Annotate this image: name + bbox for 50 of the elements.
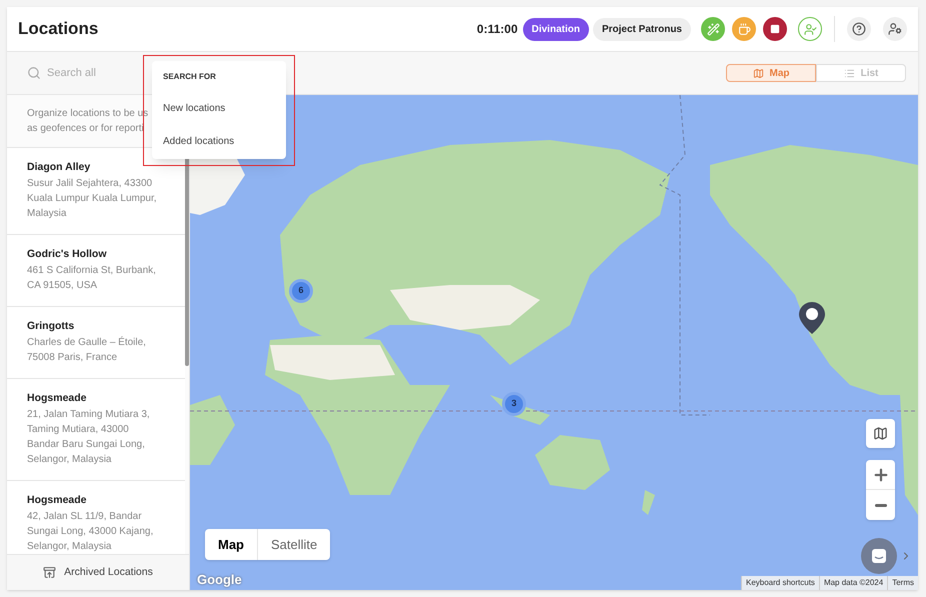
map-pin-icon[interactable] [798, 301, 826, 335]
landmass [642, 490, 655, 515]
map-attribution-link[interactable]: Terms [887, 576, 918, 590]
map-icon [752, 68, 764, 78]
chat-button[interactable] [861, 538, 897, 574]
location-item[interactable]: Hogsmeade 42, Jalan SL 11/9, Bandar Sungai Long, 43000 Kajang, Selangor, Malaysia [7, 481, 185, 554]
location-item[interactable]: Hogsmeade 21, Jalan Taming Mutiara 3, Taming Mutiara, 43000 Bandar Baru Sungai Long, Selangor, Malaysia [7, 379, 185, 481]
location-name: Gringotts [27, 319, 76, 333]
project-tag[interactable]: Project Patronus [592, 18, 691, 40]
map-attribution-link[interactable]: Keyboard shortcuts [741, 576, 819, 590]
map-icon [873, 426, 888, 441]
user-check-button[interactable] [798, 17, 822, 41]
chat-icon [871, 548, 887, 564]
location-address: 42, Jalan SL 11/9, Bandar Sungai Long, 43000 Kajang, Selangor, Malaysia [27, 510, 154, 554]
plus-icon [872, 466, 890, 484]
location-name: Diagon Alley [27, 160, 92, 174]
map-type-button[interactable]: Map [205, 529, 257, 560]
coffee-cup-icon [738, 22, 750, 36]
archived-locations-button[interactable]: Archived Locations [7, 554, 189, 590]
location-name: Godric's Hollow [27, 247, 108, 261]
user-settings-icon [888, 22, 902, 36]
timer: 0:11:00 [476, 21, 518, 38]
stop-icon [770, 24, 780, 34]
location-item[interactable]: Gringotts Charles de Gaulle – Étoile, 75008 Paris, France [7, 307, 185, 379]
location-name: Hogsmeade [27, 493, 88, 507]
location-address: 21, Jalan Taming Mutiara 3, Taming Mutiara, 43000 Bandar Baru Sungai Long, Selangor, Malaysia [27, 408, 151, 467]
location-item[interactable]: Godric's Hollow 461 S California St, Burbank, CA 91505, USA [7, 235, 185, 307]
user-settings-button[interactable] [883, 17, 907, 41]
location-name: Hogsmeade [27, 391, 88, 405]
help-icon [852, 22, 866, 36]
map-layers-button[interactable] [866, 419, 895, 448]
user-check-icon [804, 22, 816, 36]
inbox-icon [43, 566, 56, 579]
map-cluster-marker[interactable]: 3 [502, 392, 526, 416]
page-title: Locations [18, 18, 98, 40]
location-address: Susur Jalil Sejahtera, 43300 Kuala Lumpur Kuala Lumpur, Malaysia [27, 177, 158, 221]
map-logo: Google [197, 571, 242, 589]
project-tag[interactable]: Divination [522, 18, 589, 40]
location-address: 461 S California St, Burbank, CA 91505, USA [27, 264, 157, 293]
menu-heading: SEARCH FOR [162, 71, 217, 83]
map-type-button[interactable]: Satellite [257, 529, 330, 560]
location-address: Charles de Gaulle – Étoile, 75008 Paris, France [27, 335, 147, 365]
search-icon [27, 66, 41, 80]
wand-icon [706, 22, 720, 36]
minus-icon [874, 504, 886, 506]
location-item[interactable]: Diagon Alley Susur Jalil Sejahtera, 43300 Kuala Lumpur Kuala Lumpur, Malaysia [7, 148, 185, 235]
map-attribution-link[interactable]: Map data ©2024 [818, 576, 888, 590]
search-field[interactable]: Search all [47, 64, 127, 82]
help-button[interactable] [847, 17, 871, 41]
stop-button[interactable] [763, 17, 787, 41]
